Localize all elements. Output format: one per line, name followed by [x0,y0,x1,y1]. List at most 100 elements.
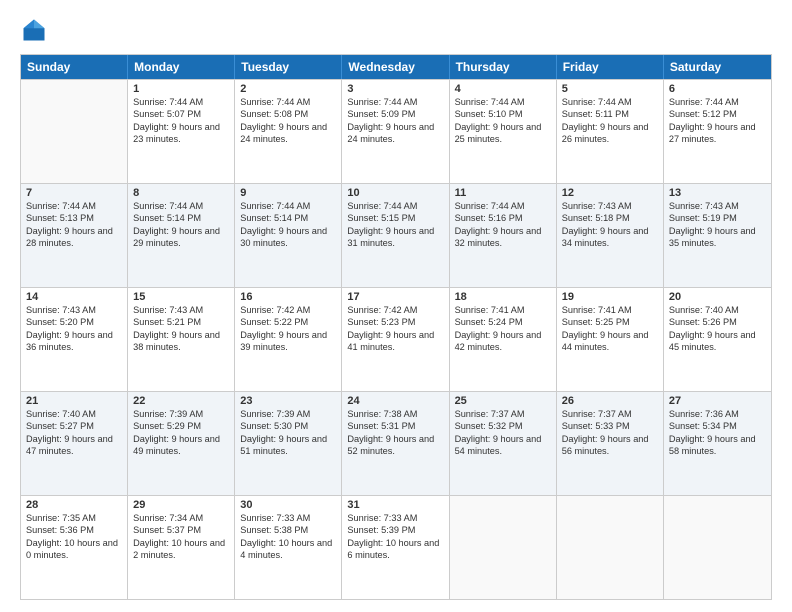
sunrise-text: Sunrise: 7:34 AM [133,512,229,524]
calendar-body: 1Sunrise: 7:44 AMSunset: 5:07 PMDaylight… [21,79,771,599]
calendar-cell-5: 5Sunrise: 7:44 AMSunset: 5:11 PMDaylight… [557,80,664,183]
daylight-text: Daylight: 10 hours and 0 minutes. [26,537,122,562]
calendar-row-3: 14Sunrise: 7:43 AMSunset: 5:20 PMDayligh… [21,287,771,391]
calendar-cell-22: 22Sunrise: 7:39 AMSunset: 5:29 PMDayligh… [128,392,235,495]
calendar-row-2: 7Sunrise: 7:44 AMSunset: 5:13 PMDaylight… [21,183,771,287]
sunset-text: Sunset: 5:16 PM [455,212,551,224]
calendar-row-4: 21Sunrise: 7:40 AMSunset: 5:27 PMDayligh… [21,391,771,495]
daylight-text: Daylight: 9 hours and 29 minutes. [133,225,229,250]
daylight-text: Daylight: 9 hours and 51 minutes. [240,433,336,458]
calendar-cell-25: 25Sunrise: 7:37 AMSunset: 5:32 PMDayligh… [450,392,557,495]
page: SundayMondayTuesdayWednesdayThursdayFrid… [0,0,792,612]
calendar-cell-1: 1Sunrise: 7:44 AMSunset: 5:07 PMDaylight… [128,80,235,183]
sunset-text: Sunset: 5:31 PM [347,420,443,432]
daylight-text: Daylight: 9 hours and 34 minutes. [562,225,658,250]
daylight-text: Daylight: 10 hours and 4 minutes. [240,537,336,562]
sunset-text: Sunset: 5:26 PM [669,316,766,328]
sunrise-text: Sunrise: 7:39 AM [133,408,229,420]
sunrise-text: Sunrise: 7:33 AM [240,512,336,524]
sunrise-text: Sunrise: 7:44 AM [562,96,658,108]
calendar-row-5: 28Sunrise: 7:35 AMSunset: 5:36 PMDayligh… [21,495,771,599]
header-cell-wednesday: Wednesday [342,55,449,79]
day-number: 3 [347,83,443,95]
header-cell-friday: Friday [557,55,664,79]
calendar-cell-6: 6Sunrise: 7:44 AMSunset: 5:12 PMDaylight… [664,80,771,183]
daylight-text: Daylight: 9 hours and 31 minutes. [347,225,443,250]
daylight-text: Daylight: 9 hours and 52 minutes. [347,433,443,458]
sunrise-text: Sunrise: 7:44 AM [455,96,551,108]
daylight-text: Daylight: 9 hours and 41 minutes. [347,329,443,354]
calendar-cell-empty-4 [450,496,557,599]
daylight-text: Daylight: 9 hours and 32 minutes. [455,225,551,250]
calendar-cell-23: 23Sunrise: 7:39 AMSunset: 5:30 PMDayligh… [235,392,342,495]
calendar-cell-14: 14Sunrise: 7:43 AMSunset: 5:20 PMDayligh… [21,288,128,391]
calendar-cell-7: 7Sunrise: 7:44 AMSunset: 5:13 PMDaylight… [21,184,128,287]
sunrise-text: Sunrise: 7:36 AM [669,408,766,420]
daylight-text: Daylight: 9 hours and 54 minutes. [455,433,551,458]
sunset-text: Sunset: 5:13 PM [26,212,122,224]
daylight-text: Daylight: 9 hours and 26 minutes. [562,121,658,146]
sunrise-text: Sunrise: 7:33 AM [347,512,443,524]
calendar-cell-9: 9Sunrise: 7:44 AMSunset: 5:14 PMDaylight… [235,184,342,287]
sunrise-text: Sunrise: 7:43 AM [26,304,122,316]
day-number: 28 [26,499,122,511]
sunrise-text: Sunrise: 7:44 AM [133,200,229,212]
sunset-text: Sunset: 5:24 PM [455,316,551,328]
calendar-cell-empty-5 [557,496,664,599]
calendar-cell-15: 15Sunrise: 7:43 AMSunset: 5:21 PMDayligh… [128,288,235,391]
daylight-text: Daylight: 9 hours and 44 minutes. [562,329,658,354]
sunrise-text: Sunrise: 7:42 AM [240,304,336,316]
sunrise-text: Sunrise: 7:44 AM [455,200,551,212]
daylight-text: Daylight: 9 hours and 23 minutes. [133,121,229,146]
day-number: 2 [240,83,336,95]
sunset-text: Sunset: 5:38 PM [240,524,336,536]
daylight-text: Daylight: 9 hours and 58 minutes. [669,433,766,458]
sunrise-text: Sunrise: 7:37 AM [455,408,551,420]
day-number: 4 [455,83,551,95]
daylight-text: Daylight: 9 hours and 36 minutes. [26,329,122,354]
header-cell-thursday: Thursday [450,55,557,79]
sunset-text: Sunset: 5:19 PM [669,212,766,224]
sunset-text: Sunset: 5:07 PM [133,108,229,120]
sunset-text: Sunset: 5:23 PM [347,316,443,328]
daylight-text: Daylight: 9 hours and 35 minutes. [669,225,766,250]
sunrise-text: Sunrise: 7:42 AM [347,304,443,316]
daylight-text: Daylight: 9 hours and 24 minutes. [347,121,443,146]
day-number: 6 [669,83,766,95]
calendar-cell-21: 21Sunrise: 7:40 AMSunset: 5:27 PMDayligh… [21,392,128,495]
sunset-text: Sunset: 5:32 PM [455,420,551,432]
sunrise-text: Sunrise: 7:41 AM [455,304,551,316]
day-number: 17 [347,291,443,303]
sunset-text: Sunset: 5:30 PM [240,420,336,432]
header-cell-tuesday: Tuesday [235,55,342,79]
day-number: 29 [133,499,229,511]
daylight-text: Daylight: 10 hours and 2 minutes. [133,537,229,562]
sunset-text: Sunset: 5:27 PM [26,420,122,432]
sunset-text: Sunset: 5:33 PM [562,420,658,432]
sunrise-text: Sunrise: 7:44 AM [26,200,122,212]
sunset-text: Sunset: 5:29 PM [133,420,229,432]
sunrise-text: Sunrise: 7:44 AM [669,96,766,108]
calendar-cell-30: 30Sunrise: 7:33 AMSunset: 5:38 PMDayligh… [235,496,342,599]
calendar-header-row: SundayMondayTuesdayWednesdayThursdayFrid… [21,55,771,79]
sunset-text: Sunset: 5:20 PM [26,316,122,328]
sunrise-text: Sunrise: 7:40 AM [26,408,122,420]
logo-icon [20,16,48,44]
day-number: 18 [455,291,551,303]
daylight-text: Daylight: 10 hours and 6 minutes. [347,537,443,562]
sunrise-text: Sunrise: 7:44 AM [133,96,229,108]
calendar-cell-12: 12Sunrise: 7:43 AMSunset: 5:18 PMDayligh… [557,184,664,287]
calendar-cell-24: 24Sunrise: 7:38 AMSunset: 5:31 PMDayligh… [342,392,449,495]
sunset-text: Sunset: 5:25 PM [562,316,658,328]
day-number: 19 [562,291,658,303]
sunset-text: Sunset: 5:14 PM [240,212,336,224]
day-number: 26 [562,395,658,407]
daylight-text: Daylight: 9 hours and 45 minutes. [669,329,766,354]
day-number: 25 [455,395,551,407]
sunset-text: Sunset: 5:22 PM [240,316,336,328]
calendar-cell-19: 19Sunrise: 7:41 AMSunset: 5:25 PMDayligh… [557,288,664,391]
calendar-cell-10: 10Sunrise: 7:44 AMSunset: 5:15 PMDayligh… [342,184,449,287]
header [20,16,772,44]
calendar-cell-3: 3Sunrise: 7:44 AMSunset: 5:09 PMDaylight… [342,80,449,183]
calendar-cell-16: 16Sunrise: 7:42 AMSunset: 5:22 PMDayligh… [235,288,342,391]
